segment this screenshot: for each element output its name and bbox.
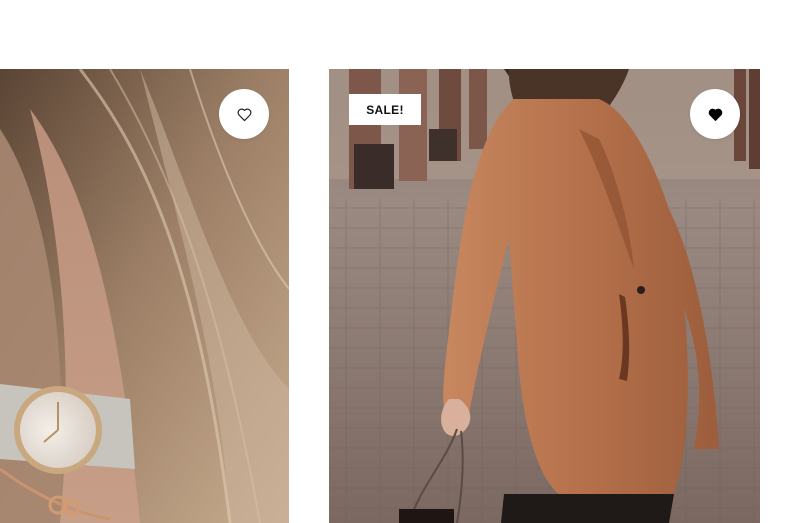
product-grid: SALE! — [0, 0, 785, 523]
product-card[interactable]: SALE! — [329, 69, 760, 523]
heart-outline-icon — [237, 108, 251, 121]
product-card[interactable] — [0, 69, 289, 523]
wishlist-button-active[interactable] — [690, 89, 740, 139]
sale-badge: SALE! — [349, 94, 421, 125]
wishlist-button[interactable] — [219, 89, 269, 139]
product-image-coat[interactable] — [329, 69, 760, 523]
heart-filled-icon — [708, 108, 722, 121]
